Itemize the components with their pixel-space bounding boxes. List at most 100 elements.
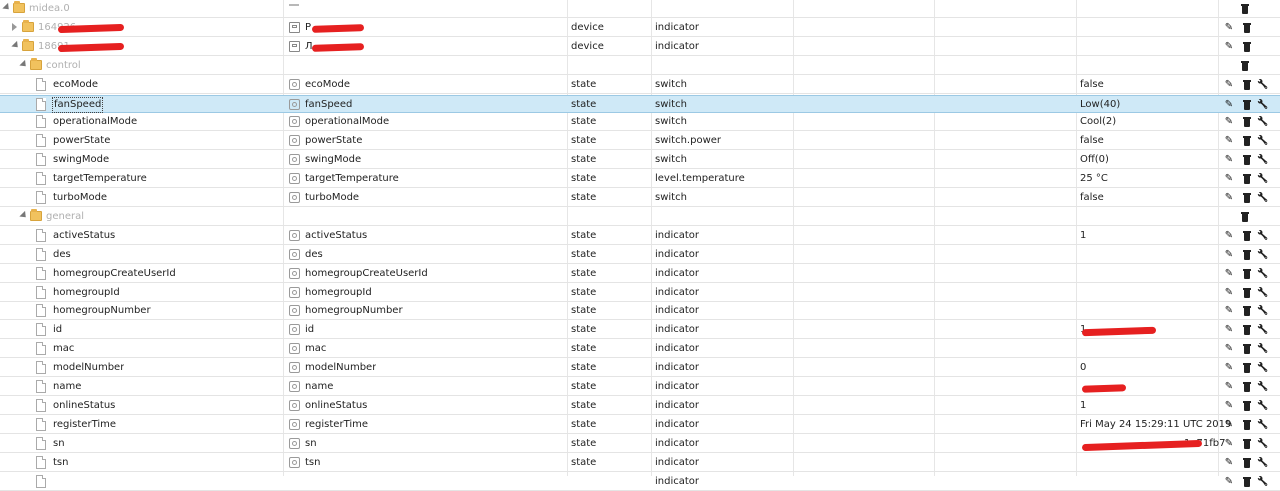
delete-button[interactable] (1240, 267, 1254, 281)
tree-row[interactable]: 18691 Лdevice indicator (0, 38, 1280, 56)
delete-button[interactable] (1240, 304, 1254, 318)
tree-row[interactable]: sn sn state indicator 1a71fb7 (0, 435, 1280, 453)
edit-button[interactable] (1222, 475, 1236, 489)
delete-button[interactable] (1240, 98, 1254, 112)
settings-button[interactable] (1256, 78, 1270, 92)
tree-row[interactable]: activeStatus activeStatus state indicator 1 (0, 227, 1280, 245)
delete-button[interactable] (1238, 2, 1252, 16)
tree-row[interactable]: ididstateindicator1 (0, 321, 1280, 340)
edit-button[interactable] (1222, 361, 1236, 375)
edit-button[interactable] (1222, 248, 1236, 262)
object-value[interactable]: 25 °C (1080, 170, 1108, 188)
edit-button[interactable] (1222, 153, 1236, 167)
delete-button[interactable] (1240, 380, 1254, 394)
tree-row[interactable]: des des state indicator (0, 246, 1280, 264)
delete-button[interactable] (1240, 134, 1254, 148)
tree-row[interactable]: operationalMode operationalMode state switc… (0, 113, 1280, 132)
tree-row[interactable]: ecoMode ecoMode state switch false (0, 76, 1280, 94)
object-value[interactable]: false (1080, 189, 1104, 207)
settings-button[interactable] (1256, 248, 1270, 262)
delete-button[interactable] (1240, 475, 1254, 489)
edit-button[interactable] (1222, 40, 1236, 54)
object-value[interactable]: false (1080, 132, 1104, 150)
delete-button[interactable] (1240, 399, 1254, 413)
tree-row[interactable]: targetTemperature targetTemperature state l… (0, 170, 1280, 189)
settings-button[interactable] (1256, 153, 1270, 167)
settings-button[interactable] (1256, 98, 1270, 112)
tree-row[interactable]: powerState powerState state switch.power fal… (0, 132, 1280, 151)
delete-button[interactable] (1240, 437, 1254, 451)
edit-button[interactable] (1222, 78, 1236, 92)
settings-button[interactable] (1256, 380, 1270, 394)
tree-row[interactable]: tsn tsn state indicator (0, 454, 1280, 472)
settings-button[interactable] (1256, 361, 1270, 375)
edit-button[interactable] (1222, 286, 1236, 300)
edit-button[interactable] (1222, 456, 1236, 470)
tree-row[interactable]: midea.0 (0, 0, 1280, 18)
tree-row[interactable]: homegroupNumber homegroupNumber state indic… (0, 302, 1280, 321)
edit-button[interactable] (1222, 172, 1236, 186)
settings-button[interactable] (1256, 134, 1270, 148)
settings-button[interactable] (1256, 115, 1270, 129)
delete-button[interactable] (1240, 78, 1254, 92)
delete-button[interactable] (1240, 191, 1254, 205)
settings-button[interactable] (1256, 399, 1270, 413)
tree-row[interactable]: turboMode turboMode state switch false (0, 189, 1280, 207)
settings-button[interactable] (1256, 229, 1270, 243)
delete-button[interactable] (1238, 59, 1252, 73)
object-value[interactable]: Off(0) (1080, 151, 1109, 169)
delete-button[interactable] (1240, 248, 1254, 262)
collapse-toggle-icon[interactable] (11, 40, 21, 50)
tree-row[interactable]: registerTime registerTime state indicator Fr… (0, 416, 1280, 434)
tree-row[interactable]: general (0, 208, 1280, 226)
settings-button[interactable] (1256, 437, 1270, 451)
collapse-toggle-icon[interactable] (2, 2, 12, 13)
object-value[interactable]: Low(40) (1080, 96, 1120, 114)
tree-row[interactable]: homegroupCreateUserId homegroupCreateUser… (0, 265, 1280, 283)
object-value[interactable]: 1 (1080, 227, 1086, 245)
expand-toggle-icon[interactable] (12, 22, 17, 31)
delete-button[interactable] (1240, 342, 1254, 356)
settings-button[interactable] (1256, 191, 1270, 205)
settings-button[interactable] (1256, 286, 1270, 300)
delete-button[interactable] (1240, 172, 1254, 186)
settings-button[interactable] (1256, 475, 1270, 489)
settings-button[interactable] (1256, 456, 1270, 470)
tree-row[interactable]: modelNumber modelNumber state indicator 0 (0, 359, 1280, 378)
edit-button[interactable] (1222, 229, 1236, 243)
settings-button[interactable] (1256, 267, 1270, 281)
edit-button[interactable] (1222, 418, 1236, 432)
delete-button[interactable] (1240, 40, 1254, 54)
edit-button[interactable] (1222, 323, 1236, 337)
delete-button[interactable] (1238, 210, 1252, 224)
delete-button[interactable] (1240, 153, 1254, 167)
tree-row[interactable]: homegroupId homegroupId state indicator (0, 284, 1280, 302)
tree-row[interactable]: onlineStatus onlineStatus state indicator 1 (0, 397, 1280, 415)
edit-button[interactable] (1222, 267, 1236, 281)
collapse-toggle-icon[interactable] (19, 210, 29, 220)
delete-button[interactable] (1240, 21, 1254, 35)
object-value[interactable]: 1 (1080, 397, 1086, 415)
edit-button[interactable] (1222, 191, 1236, 205)
edit-button[interactable] (1222, 134, 1236, 148)
edit-button[interactable] (1222, 437, 1236, 451)
object-value[interactable]: Cool(2) (1080, 113, 1116, 131)
delete-button[interactable] (1240, 323, 1254, 337)
edit-button[interactable] (1222, 304, 1236, 318)
delete-button[interactable] (1240, 229, 1254, 243)
settings-button[interactable] (1256, 418, 1270, 432)
delete-button[interactable] (1240, 418, 1254, 432)
tree-row[interactable]: fanSpeed fanSpeed state switch Low(40) (0, 94, 1280, 114)
delete-button[interactable] (1240, 361, 1254, 375)
edit-button[interactable] (1222, 399, 1236, 413)
edit-button[interactable] (1222, 342, 1236, 356)
tree-row[interactable]: mac mac state indicator (0, 340, 1280, 359)
settings-button[interactable] (1256, 304, 1270, 318)
settings-button[interactable] (1256, 172, 1270, 186)
tree-row[interactable]: name name state indicator (0, 378, 1280, 396)
edit-button[interactable] (1222, 21, 1236, 35)
tree-row[interactable]: 164926 Pdevice indicator (0, 19, 1280, 37)
tree-row[interactable]: swingMode swingMode state switch Off(0) (0, 151, 1280, 170)
edit-button[interactable] (1222, 98, 1236, 112)
delete-button[interactable] (1240, 456, 1254, 470)
